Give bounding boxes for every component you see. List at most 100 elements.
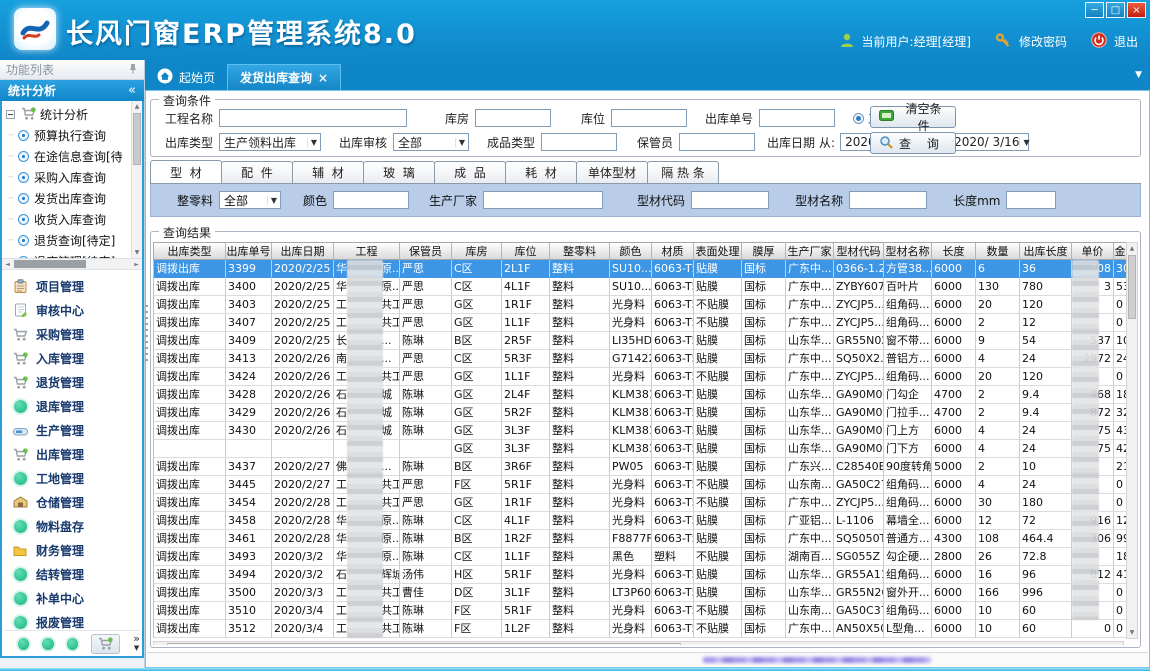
project-name-input[interactable] (219, 109, 407, 127)
table-row[interactable]: 调拨出库34092020/2/25长...陈琳B区2R5F整料LI35HD606… (154, 332, 1138, 350)
column-header-surface[interactable]: 表面处理 (694, 243, 742, 259)
column-header-keeper[interactable]: 保管员 (400, 243, 452, 259)
table-row[interactable]: 调拨出库34582020/2/28华原...陈琳C区4L1F整料光身料6063-… (154, 512, 1138, 530)
tree-hscroll-thumb[interactable] (14, 260, 86, 268)
table-row[interactable]: 调拨出库34942020/3/2石辉城汤伟H区5R1F整料光身料6063-T5贴… (154, 566, 1138, 584)
keeper-input[interactable] (679, 133, 755, 151)
search-button[interactable]: 查 询 (870, 132, 956, 154)
tree-horizontal-scrollbar[interactable]: ◄ ► (2, 259, 142, 270)
date-to-select[interactable]: 2020/ 3/16▼ (949, 133, 1029, 151)
scroll-up-icon[interactable]: ▲ (132, 101, 142, 112)
column-header-color[interactable]: 颜色 (610, 243, 652, 259)
part-select[interactable]: 全部▼ (219, 191, 281, 209)
location-input[interactable] (611, 109, 687, 127)
table-row[interactable]: 调拨出库34132020/2/26南...严思C区5R3F整料G71422606… (154, 350, 1138, 368)
column-header-len[interactable]: 长度 (932, 243, 976, 259)
material-tab-辅材[interactable]: 辅 材 (292, 161, 364, 183)
tree-item-收货入库查询[interactable]: ┄收货入库查询 (6, 209, 142, 230)
tree-vertical-scrollbar[interactable]: ▲ ▼ (131, 101, 142, 258)
audit-select[interactable]: 全部▼ (393, 133, 469, 151)
module-dot-icon[interactable] (18, 638, 29, 650)
sidebar-item-采购管理[interactable]: 采购管理 (2, 322, 142, 346)
column-header-loc[interactable]: 库位 (502, 243, 550, 259)
column-header-date[interactable]: 出库日期 (272, 243, 334, 259)
tree-item-在途信息查询[待[interactable]: ┄在途信息查询[待 (6, 146, 142, 167)
table-row[interactable]: 调拨出库35002020/3/3工共工程曹佳D区3L1F整料LT3P606063… (154, 584, 1138, 602)
table-row[interactable]: 调拨出库34292020/2/26石城陈琳G区5R2F整料KLM38176063… (154, 404, 1138, 422)
material-tab-隔热条[interactable]: 隔 热 条 (647, 161, 719, 183)
logout-link[interactable]: 退出 (1114, 33, 1138, 50)
module-dot-icon[interactable] (67, 638, 78, 650)
splitter-grip[interactable] (145, 305, 148, 363)
tab-close-icon[interactable]: × (318, 71, 328, 85)
grid-hscroll-thumb[interactable] (167, 643, 681, 645)
column-header-proj[interactable]: 工程 (334, 243, 400, 259)
tab-list-dropdown-icon[interactable]: ▼ (1135, 70, 1142, 80)
table-row[interactable]: 调拨出库34242020/2/26工共工程严思G区1L1F整料光身料6063-T… (154, 368, 1138, 386)
table-row[interactable]: G区3L3F整料KLM38176063-T5贴膜国标山东华...GA90M09.… (154, 440, 1138, 458)
column-header-wh[interactable]: 库房 (452, 243, 502, 259)
table-row[interactable]: 调拨出库34282020/2/26石城陈琳G区2L4F整料KLM38176063… (154, 386, 1138, 404)
sidebar-item-项目管理[interactable]: 项目管理 (2, 274, 142, 298)
change-password-link[interactable]: 修改密码 (1019, 33, 1067, 50)
minimize-button[interactable]: ─ (1085, 2, 1104, 18)
sidebar-item-退库管理[interactable]: 退库管理 (2, 394, 142, 418)
table-row[interactable]: 调拨出库34372020/2/27佛...陈琳B区3R6F整料PW056063-… (154, 458, 1138, 476)
column-header-code[interactable]: 型材代码 (834, 243, 884, 259)
column-header-mat[interactable]: 材质 (652, 243, 694, 259)
column-header-qty[interactable]: 数量 (976, 243, 1020, 259)
grid-vscroll-thumb[interactable] (1128, 255, 1136, 319)
material-tab-成品[interactable]: 成 品 (434, 161, 506, 183)
table-row[interactable]: 调拨出库35122020/3/4工共工程陈琳F区1L2F整料光身料6063-T5… (154, 620, 1138, 638)
column-header-name[interactable]: 型材名称 (884, 243, 932, 259)
table-row[interactable]: 调拨出库34302020/2/26石城陈琳G区3L3F整料KLM38176063… (154, 422, 1138, 440)
module-dot-icon[interactable] (42, 638, 53, 650)
cart-module-button[interactable] (91, 634, 120, 654)
scroll-right-icon[interactable]: ► (1111, 642, 1123, 645)
more-modules-button[interactable]: »▼ (133, 635, 140, 652)
table-row[interactable]: 调拨出库34032020/2/25工共工程严思G区1R1F整料光身料6063-T… (154, 296, 1138, 314)
scroll-down-icon[interactable]: ▼ (1127, 627, 1137, 638)
collapse-icon[interactable]: « (128, 83, 136, 98)
material-tab-配件[interactable]: 配 件 (221, 161, 293, 183)
table-row[interactable]: 调拨出库34002020/2/25华原...严思C区4L1F整料SU10...6… (154, 278, 1138, 296)
column-header-no[interactable]: 出库单号 (226, 243, 272, 259)
close-button[interactable]: × (1127, 2, 1146, 18)
material-tab-单体型材[interactable]: 单体型材 (576, 161, 648, 183)
order-no-input[interactable] (759, 109, 835, 127)
tree-item-预算执行查询[interactable]: ┄预算执行查询 (6, 125, 142, 146)
sidebar-item-仓储管理[interactable]: 仓储管理 (2, 490, 142, 514)
tab-home[interactable]: 起始页 (145, 64, 227, 90)
table-row[interactable]: 调拨出库34072020/2/25工共工程严思G区1L1F整料光身料6063-T… (154, 314, 1138, 332)
color-input[interactable] (333, 191, 409, 209)
table-row[interactable]: 调拨出库34452020/2/27工共工程严思F区5R1F整料光身料6063-T… (154, 476, 1138, 494)
material-tab-型材[interactable]: 型 材 (150, 160, 222, 183)
grid-horizontal-scrollbar[interactable]: ◄ ► (153, 641, 1124, 645)
table-row[interactable]: 调拨出库34932020/3/2华原...陈琳C区1L1F整料黑色塑料不贴膜国标… (154, 548, 1138, 566)
table-row[interactable]: 调拨出库35102020/3/4工共工程陈琳F区5R1F整料光身料6063-T5… (154, 602, 1138, 620)
scroll-up-icon[interactable]: ▲ (1127, 243, 1137, 254)
name-input[interactable] (849, 191, 927, 209)
scroll-left-icon[interactable]: ◄ (154, 642, 166, 645)
column-header-outlen[interactable]: 出库长度 (1020, 243, 1072, 259)
column-header-type[interactable]: 出库类型 (154, 243, 226, 259)
material-tab-玻璃[interactable]: 玻 璃 (363, 161, 435, 183)
sidebar-item-生产管理[interactable]: 生产管理 (2, 418, 142, 442)
column-header-price[interactable]: 单价 (1072, 243, 1114, 259)
sidebar-item-财务管理[interactable]: 财务管理 (2, 538, 142, 562)
sidebar-item-工地管理[interactable]: 工地管理 (2, 466, 142, 490)
scroll-left-icon[interactable]: ◄ (2, 259, 13, 269)
tab-shipping-outbound-query[interactable]: 发货出库查询 × (227, 64, 341, 90)
tree-item-退货查询[待定][interactable]: ┄退货查询[待定] (6, 230, 142, 251)
section-header-statistics[interactable]: 统计分析 « (0, 80, 144, 101)
tree-item-退库管理[待定][interactable]: ┄退库管理[待定] (6, 251, 142, 259)
sidebar-item-入库管理[interactable]: 入库管理 (2, 346, 142, 370)
column-header-maker[interactable]: 生产厂家 (786, 243, 834, 259)
column-header-film[interactable]: 膜厚 (742, 243, 786, 259)
grid-vertical-scrollbar[interactable]: ▲ ▼ (1126, 242, 1138, 639)
sidebar-item-补单中心[interactable]: 补单中心 (2, 586, 142, 610)
maker-input[interactable] (483, 191, 603, 209)
scroll-down-icon[interactable]: ▼ (132, 247, 142, 258)
sidebar-item-结转管理[interactable]: 结转管理 (2, 562, 142, 586)
sidebar-item-审核中心[interactable]: 审核中心 (2, 298, 142, 322)
